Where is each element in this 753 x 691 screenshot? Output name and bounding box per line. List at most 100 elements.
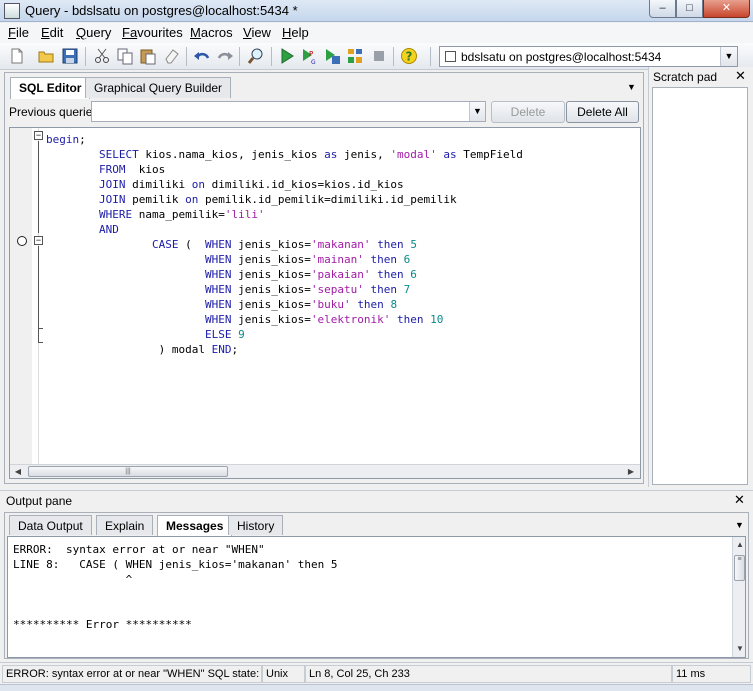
tab-explain[interactable]: Explain — [96, 515, 154, 535]
sql-text: ; — [79, 133, 86, 146]
sql-keyword: WHEN — [204, 283, 232, 296]
save-icon[interactable] — [61, 47, 79, 65]
code-line: SELECT kios.nama_kios, jenis_kios as jen… — [46, 147, 523, 162]
sql-keyword: on — [185, 193, 199, 206]
fold-guide — [38, 342, 43, 343]
sql-text: dimiliki.id_kios=kios.id_kios — [204, 178, 404, 191]
tabs-dropdown-icon[interactable]: ▼ — [627, 82, 636, 92]
scroll-down-icon[interactable]: ▼ — [733, 642, 745, 655]
sql-keyword: then — [377, 268, 404, 281]
sql-number: 9 — [238, 328, 245, 341]
explain-analyze-icon[interactable] — [346, 47, 364, 65]
sql-keyword: FROM — [98, 163, 126, 176]
code-line: AND — [46, 222, 119, 237]
stop-icon[interactable] — [370, 47, 388, 65]
new-icon[interactable] — [8, 47, 26, 65]
sql-string: 'buku' — [310, 298, 351, 311]
sql-keyword: WHEN — [204, 313, 232, 326]
sql-keyword: AND — [98, 223, 119, 236]
scratch-pad-title: Scratch pad — [653, 70, 718, 84]
bookmark-marker-icon[interactable] — [17, 236, 27, 246]
find-icon[interactable] — [247, 47, 265, 65]
fold-guide — [38, 141, 39, 233]
output-pane-title: Output pane — [6, 494, 73, 508]
tab-sql-editor[interactable]: SQL Editor — [10, 77, 91, 99]
message-line: ERROR: syntax error at or near "WHEN" — [13, 543, 265, 556]
menu-help[interactable]: Help — [282, 25, 309, 40]
menu-edit[interactable]: Edit — [41, 25, 63, 40]
scratch-pad-textarea[interactable] — [652, 87, 748, 485]
minimize-button[interactable]: – — [649, 0, 676, 18]
execute-icon[interactable] — [278, 47, 296, 65]
tab-data-output[interactable]: Data Output — [9, 515, 92, 535]
fold-collapse-icon[interactable]: − — [34, 236, 43, 245]
clear-icon[interactable] — [163, 47, 181, 65]
toolbar-separator — [186, 47, 187, 66]
code-line: JOIN pemilik on pemilik.id_pemilik=dimil… — [46, 192, 457, 207]
paste-icon[interactable] — [139, 47, 157, 65]
menu-view[interactable]: View — [243, 25, 271, 40]
delete-button[interactable]: Delete — [491, 101, 565, 123]
messages-text-area[interactable]: ERROR: syntax error at or near "WHEN" LI… — [7, 536, 746, 658]
chevron-down-icon[interactable]: ▼ — [469, 102, 485, 121]
previous-queries-select[interactable]: ▼ — [91, 101, 486, 122]
app-icon — [4, 3, 20, 19]
sql-keyword: then — [370, 253, 398, 266]
sql-string: 'elektronik' — [310, 313, 391, 326]
execute-file-icon[interactable] — [323, 47, 341, 65]
vertical-scrollbar[interactable]: ▲ ≡ ▼ — [732, 537, 745, 657]
menu-query[interactable]: Query — [76, 25, 111, 40]
scroll-up-icon[interactable]: ▲ — [733, 538, 745, 551]
explain-icon[interactable]: PG — [300, 47, 318, 65]
toolbar: PG ? bdslsatu on postgres@localhost:5434… — [0, 43, 753, 70]
window-close-button[interactable]: ✕ — [703, 0, 750, 18]
sql-text: ( — [178, 238, 205, 251]
undo-icon[interactable] — [193, 47, 211, 65]
menu-bar: File Edit Query Favourites Macros View H… — [0, 23, 753, 43]
help-icon[interactable]: ? — [400, 47, 418, 65]
output-pane-close-icon[interactable]: ✕ — [734, 492, 745, 508]
scroll-thumb[interactable]: ||| — [28, 466, 228, 477]
code-line: begin; — [46, 132, 86, 147]
redo-icon[interactable] — [216, 47, 234, 65]
maximize-button[interactable]: □ — [676, 0, 703, 18]
connection-label: bdslsatu on postgres@localhost:5434 — [461, 50, 662, 64]
scroll-thumb[interactable]: ≡ — [734, 555, 745, 581]
open-icon[interactable] — [37, 47, 55, 65]
cut-icon[interactable] — [93, 47, 111, 65]
connection-checkbox[interactable] — [445, 51, 456, 62]
scroll-right-icon[interactable]: ▶ — [624, 465, 638, 478]
sql-code-editor[interactable]: − − begin; SELECT kios.nama_kios, jenis_… — [9, 127, 641, 479]
sql-number: 8 — [390, 298, 398, 311]
scroll-left-icon[interactable]: ◀ — [11, 465, 25, 478]
chevron-down-icon[interactable]: ▼ — [720, 47, 737, 66]
tab-graphical-query-builder[interactable]: Graphical Query Builder — [85, 77, 232, 98]
scratch-pad-close-icon[interactable]: ✕ — [735, 68, 746, 84]
delete-all-button[interactable]: Delete All — [566, 101, 639, 123]
sql-text: nama_pemilik= — [132, 208, 225, 221]
message-line: ^ — [13, 573, 133, 586]
sql-number: 7 — [403, 283, 411, 296]
horizontal-scrollbar[interactable]: ◀ ||| ▶ — [10, 464, 640, 478]
fold-collapse-icon[interactable]: − — [34, 131, 43, 140]
tab-history[interactable]: History — [228, 515, 284, 535]
menu-file[interactable]: File — [8, 25, 29, 40]
sql-keyword: END — [211, 343, 232, 356]
connection-selector[interactable]: bdslsatu on postgres@localhost:5434 ▼ — [439, 46, 738, 67]
copy-icon[interactable] — [116, 47, 134, 65]
sql-number: 6 — [403, 253, 411, 266]
sql-keyword: then — [370, 283, 398, 296]
sql-text: jenis, — [337, 148, 391, 161]
title-bar[interactable]: Query - bdslsatu on postgres@localhost:5… — [0, 0, 753, 22]
sql-string: 'mainan' — [310, 253, 364, 266]
menu-favourites[interactable]: Favourites — [122, 25, 183, 40]
status-message: ERROR: syntax error at or near "WHEN" SQ… — [2, 665, 262, 683]
menu-macros[interactable]: Macros — [190, 25, 233, 40]
code-line: ) modal END; — [46, 342, 238, 357]
tabs-dropdown-icon[interactable]: ▼ — [735, 520, 744, 530]
tab-messages[interactable]: Messages — [157, 515, 233, 536]
